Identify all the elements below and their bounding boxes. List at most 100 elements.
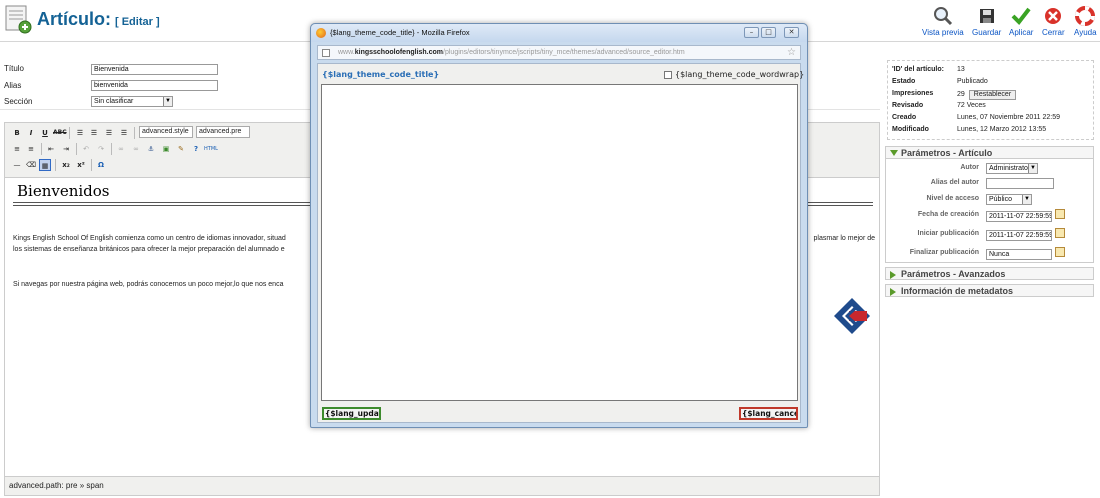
publish-up-input[interactable]: 2011-11-07 22:59:59 xyxy=(986,230,1052,241)
lifebuoy-icon xyxy=(1075,6,1096,26)
format-select[interactable]: advanced.pre xyxy=(196,126,250,138)
maximize-icon[interactable]: □ xyxy=(761,27,776,38)
url-text: www.kingsschoolofenglish.com/plugins/edi… xyxy=(338,49,685,56)
help-button[interactable]: Ayuda xyxy=(1074,6,1097,37)
unlink-icon[interactable]: ∞ xyxy=(130,143,142,155)
style-select[interactable]: advanced.style xyxy=(139,126,193,138)
subscript-icon[interactable]: x₂ xyxy=(60,159,72,171)
close-button-label: Cerrar xyxy=(1042,28,1065,37)
anchor-icon[interactable]: ⚓ xyxy=(145,143,157,155)
align-justify-icon[interactable]: ☰ xyxy=(118,127,130,139)
redo-icon[interactable]: ↷ xyxy=(95,143,107,155)
image-icon[interactable]: ▣ xyxy=(160,143,172,155)
section-select[interactable]: Sin clasificar ▼ xyxy=(91,96,173,107)
publish-up-label: Iniciar publicación xyxy=(917,230,979,237)
bold-icon[interactable]: B xyxy=(11,127,23,139)
minimize-icon[interactable]: – xyxy=(744,27,759,38)
id-value: 13 xyxy=(957,66,965,73)
superscript-icon[interactable]: x² xyxy=(75,159,87,171)
save-button-label: Guardar xyxy=(972,28,1002,37)
link-icon[interactable]: ∞ xyxy=(115,143,127,155)
html-source-textarea[interactable] xyxy=(321,84,798,401)
window-close-icon[interactable]: ✕ xyxy=(784,27,799,38)
special-char-icon[interactable]: Ω xyxy=(95,159,107,171)
reset-hits-button[interactable]: Restablecer xyxy=(968,90,1017,100)
popup-body: {$lang_theme_code_title} {$lang_theme_co… xyxy=(317,63,804,423)
update-button[interactable]: {$lang_update} xyxy=(322,407,381,420)
url-bar[interactable]: www.kingsschoolofenglish.com/plugins/edi… xyxy=(317,45,801,60)
calendar-icon[interactable] xyxy=(1055,247,1065,257)
access-label: Nivel de acceso xyxy=(926,195,979,202)
article-add-icon xyxy=(5,5,32,34)
title-label: Título xyxy=(4,64,25,73)
wordwrap-checkbox[interactable] xyxy=(664,71,672,79)
access-select[interactable]: Público ▼ xyxy=(986,194,1032,205)
chevron-right-icon xyxy=(890,271,896,279)
align-center-icon[interactable]: ☰ xyxy=(88,127,100,139)
format-select-value: advanced.pre xyxy=(199,128,242,135)
chevron-down-icon xyxy=(890,150,898,156)
chevron-down-icon: ▼ xyxy=(1028,164,1037,173)
modified-value: Lunes, 12 Marzo 2012 13:55 xyxy=(957,126,1047,133)
cancel-button[interactable]: {$lang_cancel} xyxy=(739,407,798,420)
url-domain-prefix: www. xyxy=(338,49,355,56)
calendar-icon[interactable] xyxy=(1055,209,1065,219)
underline-icon[interactable]: U xyxy=(39,127,51,139)
html-source-icon[interactable]: HTML xyxy=(204,143,218,155)
created-label: Creado xyxy=(892,114,917,121)
author-alias-input[interactable] xyxy=(986,178,1054,189)
horizontal-rule-icon[interactable]: — xyxy=(11,159,23,171)
toolbar-separator xyxy=(76,143,77,155)
cleanup-icon[interactable]: ✎ xyxy=(175,143,187,155)
school-logo xyxy=(833,297,871,335)
article-info-box: 'ID' del artículo: 13 Estado Publicado I… xyxy=(887,60,1094,140)
calendar-icon[interactable] xyxy=(1055,228,1065,238)
help-button-label: Ayuda xyxy=(1074,28,1097,37)
indent-icon[interactable]: ⇥ xyxy=(60,143,72,155)
save-button[interactable]: Guardar xyxy=(972,6,1001,37)
align-left-icon[interactable]: ☰ xyxy=(74,127,86,139)
metadata-pane-toggle[interactable]: Información de metadatos xyxy=(885,284,1094,297)
params-advanced-pane-toggle[interactable]: Parámetros - Avanzados xyxy=(885,267,1094,280)
remove-format-icon[interactable]: ⌫ xyxy=(25,159,37,171)
content-paragraph-line: los sistemas de enseñanza británicos par… xyxy=(13,246,285,253)
firefox-icon xyxy=(316,28,326,38)
access-select-value: Público xyxy=(989,196,1012,203)
source-editor-heading: {$lang_theme_code_title} xyxy=(322,70,440,79)
page-title: Artículo: [ Editar ] xyxy=(37,9,160,30)
metadata-heading: Información de metadatos xyxy=(901,286,1014,296)
editor-path-statusbar: advanced.path: pre » span xyxy=(5,477,879,495)
close-button[interactable]: Cerrar xyxy=(1042,6,1065,37)
visual-aid-icon[interactable]: ▦ xyxy=(39,159,51,171)
help-icon[interactable]: ? xyxy=(190,143,202,155)
close-icon xyxy=(1045,8,1062,24)
author-label: Autor xyxy=(960,164,979,171)
preview-button[interactable]: Vista previa xyxy=(922,6,964,37)
section-select-value: Sin clasificar xyxy=(94,98,134,105)
toolbar-separator xyxy=(91,159,92,171)
state-label: Estado xyxy=(892,78,916,85)
popup-titlebar[interactable]: {$lang_theme_code_title} - Mozilla Firef… xyxy=(311,24,807,42)
undo-icon[interactable]: ↶ xyxy=(80,143,92,155)
bookmark-star-icon[interactable]: ☆ xyxy=(787,47,796,58)
outdent-icon[interactable]: ⇤ xyxy=(45,143,57,155)
strikethrough-icon[interactable]: ABC xyxy=(53,127,67,139)
italic-icon[interactable]: I xyxy=(25,127,37,139)
toolbar-separator xyxy=(55,159,56,171)
params-article-pane-toggle[interactable]: Parámetros - Artículo xyxy=(885,146,1094,159)
align-right-icon[interactable]: ☰ xyxy=(103,127,115,139)
title-input[interactable]: Bienvenida xyxy=(91,64,218,75)
bullet-list-icon[interactable]: ≡ xyxy=(11,143,23,155)
publish-down-input[interactable]: Nunca xyxy=(986,249,1052,260)
apply-button[interactable]: Aplicar xyxy=(1009,6,1033,37)
chevron-down-icon: ▼ xyxy=(1022,195,1031,204)
content-paragraph-line: plasmar lo mejor de xyxy=(813,235,875,242)
created-date-input[interactable]: 2011-11-07 22:59:59 xyxy=(986,211,1052,222)
alias-input[interactable]: bienvenida xyxy=(91,80,218,91)
author-select[interactable]: Administrator ▼ xyxy=(986,163,1038,174)
toolbar-separator xyxy=(41,143,42,155)
numbered-list-icon[interactable]: ≡ xyxy=(25,143,37,155)
author-select-value: Administrator xyxy=(989,165,1031,172)
hits-value: 29 Restablecer xyxy=(957,90,1017,100)
publish-down-label: Finalizar publicación xyxy=(909,249,979,256)
